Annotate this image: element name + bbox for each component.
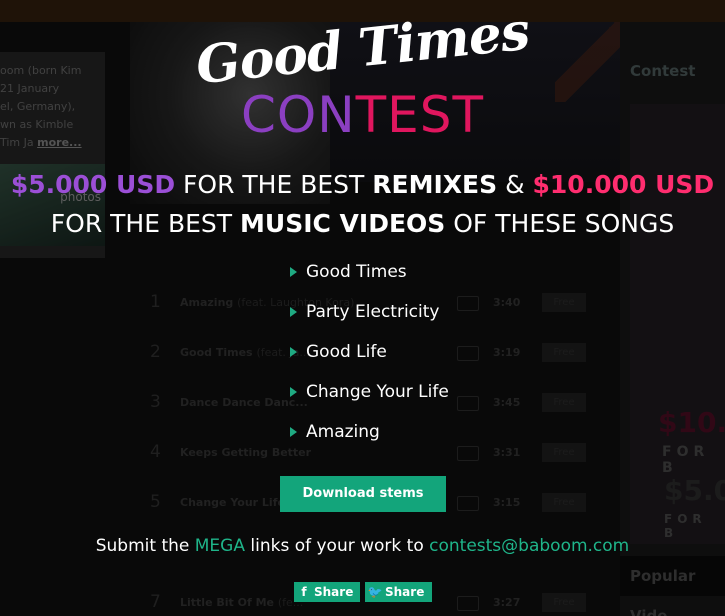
triangle-bullet-icon [290, 347, 297, 357]
mega-link[interactable]: MEGA [195, 536, 245, 556]
triangle-bullet-icon [290, 267, 297, 277]
twitter-share-button[interactable]: 🐦 Share [365, 582, 432, 602]
facebook-icon: f [301, 585, 307, 599]
download-stems-button[interactable]: Download stems [280, 476, 446, 512]
triangle-bullet-icon [290, 427, 297, 437]
song-item: Change Your Life [290, 382, 449, 422]
triangle-bullet-icon [290, 387, 297, 397]
song-item: Amazing [290, 422, 449, 462]
song-item: Good Times [290, 262, 449, 302]
song-list: Good Times Party Electricity Good Life C… [290, 262, 449, 462]
logo-contest-part2: TEST [355, 86, 485, 144]
twitter-icon: 🐦 [367, 585, 383, 599]
prize-headline-1: $5.000 USD FOR THE BEST REMIXES & $10.00… [10, 170, 715, 199]
prize-headline-2: FOR THE BEST MUSIC VIDEOS OF THESE SONGS [50, 209, 675, 238]
logo-contest-part1: CON [240, 86, 356, 144]
contest-email-link[interactable]: contests@baboom.com [429, 536, 629, 556]
submit-instructions: Submit the MEGA links of your work to co… [95, 536, 630, 556]
logo-contest: CONTEST [0, 86, 725, 144]
triangle-bullet-icon [290, 307, 297, 317]
song-item: Party Electricity [290, 302, 449, 342]
prize-amount-videos: $10.000 USD [532, 170, 715, 199]
prize-amount-remixes: $5.000 USD [10, 170, 176, 199]
facebook-share-button[interactable]: f Share [294, 582, 360, 602]
song-item: Good Life [290, 342, 449, 382]
